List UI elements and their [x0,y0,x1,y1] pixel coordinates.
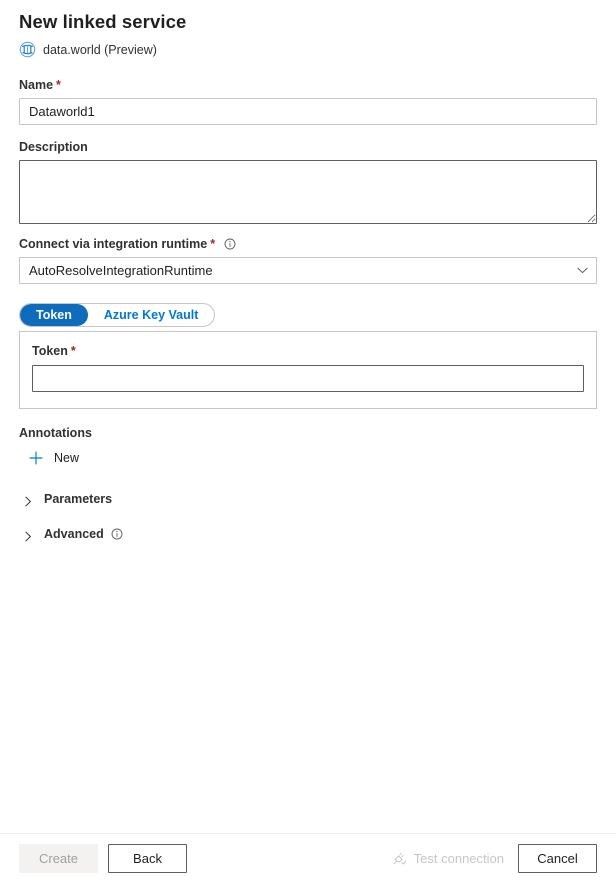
footer-right-actions: Test connection Cancel [392,844,597,873]
section-parameters-label: Parameters [44,492,113,506]
integration-runtime-field-block: Connect via integration runtime * AutoRe… [19,236,597,284]
description-textarea[interactable] [19,160,597,224]
panel-header: New linked service data.world (Preview) [0,0,616,58]
token-auth-panel: Token * [19,331,597,409]
description-label-text: Description [19,140,88,154]
name-label-text: Name [19,78,54,92]
info-icon[interactable] [111,528,123,540]
name-field-block: Name * [19,77,597,125]
tab-token[interactable]: Token [20,304,88,326]
service-name-label: data.world (Preview) [43,42,157,57]
add-annotation-button[interactable]: New [28,450,79,466]
token-required-marker: * [70,344,76,358]
section-advanced-label: Advanced [44,527,123,541]
annotations-label: Annotations [19,426,92,440]
section-parameters[interactable]: Parameters [19,492,597,507]
token-label-text: Token [32,344,68,358]
add-annotation-label: New [54,451,80,465]
section-advanced[interactable]: Advanced [19,527,597,542]
footer-left-actions: Create Back [19,844,187,873]
name-required-marker: * [56,78,61,92]
token-label: Token * [32,343,584,359]
service-subtitle-row: data.world (Preview) [19,41,597,58]
name-label: Name * [19,77,597,93]
description-label: Description [19,139,597,155]
chevron-right-icon [23,494,34,507]
dialog-footer: Create Back Test connection Cancel [0,833,616,883]
integration-runtime-label-text: Connect via integration runtime [19,237,208,251]
back-button[interactable]: Back [108,844,187,873]
integration-runtime-label: Connect via integration runtime * [19,236,597,252]
integration-runtime-required-marker: * [210,237,216,251]
integration-runtime-select[interactable]: AutoResolveIntegrationRuntime [19,257,597,284]
plug-connection-icon [392,851,407,866]
token-input[interactable] [32,365,584,392]
name-input[interactable] [19,98,597,125]
test-connection-button[interactable]: Test connection [392,851,504,866]
page-title: New linked service [19,11,187,32]
linked-service-form: Name * Description Connect via integrati… [0,77,616,542]
description-field-block: Description [19,139,597,224]
auth-type-pivot: Token Azure Key Vault [19,303,216,327]
dataworld-logo-icon [19,41,36,58]
plus-icon [28,450,44,466]
cancel-button[interactable]: Cancel [518,844,597,873]
auth-type-tabs-row: Token Azure Key Vault [19,303,597,327]
info-icon[interactable] [224,238,236,250]
integration-runtime-select-wrap: AutoResolveIntegrationRuntime [19,257,597,284]
chevron-right-icon [23,529,34,542]
create-button[interactable]: Create [19,844,98,873]
section-advanced-label-text: Advanced [44,527,104,541]
test-connection-label: Test connection [413,851,504,866]
tab-azure-key-vault[interactable]: Azure Key Vault [88,304,214,326]
